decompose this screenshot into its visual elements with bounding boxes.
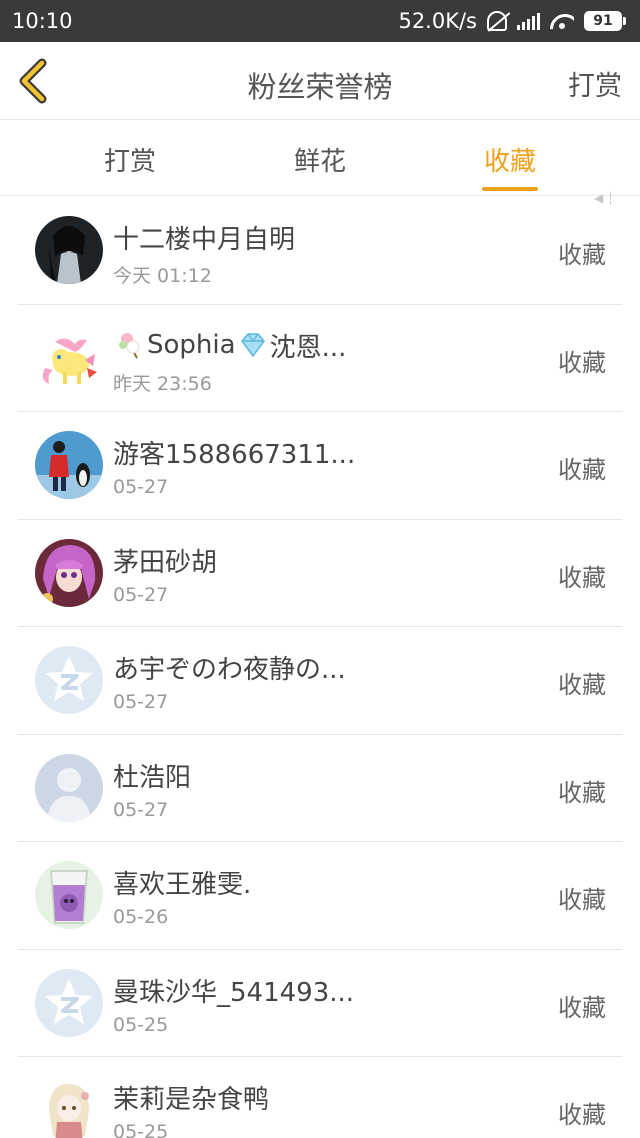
list-item[interactable]: 十二楼中月自明 今天 01:12 收藏: [18, 197, 622, 305]
page-title: 粉丝荣誉榜: [247, 70, 393, 104]
user-name: あ宇ぞのわ夜静の...: [113, 655, 346, 685]
tab-reward[interactable]: 打赏: [70, 141, 190, 178]
favorite-label: 收藏: [558, 563, 606, 592]
timestamp: 05-25: [113, 1121, 169, 1138]
default-star-avatar[interactable]: [35, 646, 103, 714]
timestamp: 今天 01:12: [113, 265, 212, 287]
purple-cup-avatar[interactable]: [35, 861, 103, 929]
timestamp: 05-25: [113, 1013, 169, 1036]
tab-bar: 打赏 鲜花 收藏: [0, 121, 640, 196]
battery-level: 91: [584, 11, 622, 31]
reward-button[interactable]: 打赏: [568, 64, 622, 103]
list-item[interactable]: 游客1588667311... 05-27 收藏: [18, 412, 622, 520]
favorite-label: 收藏: [558, 993, 606, 1022]
list-item[interactable]: あ宇ぞのわ夜静の... 05-27 收藏: [18, 627, 622, 735]
default-person-avatar[interactable]: [35, 753, 103, 822]
user-name: 茉莉是杂食鸭: [113, 1085, 270, 1115]
candy-emoji-icon: [119, 333, 140, 359]
navigation-bar: 粉丝荣誉榜 打赏: [0, 42, 640, 120]
user-name: 茅田砂胡: [113, 547, 218, 578]
chevron-left-icon: [19, 58, 47, 104]
favorite-label: 收藏: [558, 778, 606, 807]
user-name: 曼珠沙华_541493...: [113, 977, 355, 1008]
diamond-emoji-icon: [240, 333, 265, 358]
favorite-label: 收藏: [558, 671, 606, 699]
timestamp: 05-27: [113, 691, 169, 713]
battery-icon: 91: [584, 11, 626, 31]
timestamp: 05-27: [113, 583, 169, 606]
user-name: 游客1588667311...: [113, 440, 356, 470]
favorite-label: 收藏: [558, 241, 606, 269]
user-name: 喜欢王雅雯.: [113, 870, 252, 900]
favorite-label: 收藏: [558, 348, 606, 377]
fan-list: 十二楼中月自明 今天 01:12 收藏 Sophia 沈恩... 昨天 23:5…: [0, 197, 640, 1138]
status-icons: 52.0K/s 91: [398, 9, 626, 33]
back-button[interactable]: [14, 58, 54, 104]
chibi-avatar[interactable]: [35, 1076, 103, 1138]
active-tab-indicator: [482, 187, 538, 191]
timestamp: 05-27: [113, 476, 169, 498]
user-name-text: Sophia: [147, 330, 236, 360]
list-item[interactable]: 喜欢王雅雯. 05-26 收藏: [18, 842, 622, 950]
anime-girl-avatar[interactable]: [35, 538, 103, 607]
signal-icon: [517, 12, 540, 30]
dark-figure-avatar[interactable]: [35, 216, 103, 284]
user-name-suffix: 沈恩...: [269, 332, 347, 363]
user-name: 十二楼中月自明: [113, 225, 296, 255]
status-bar: 10:10 52.0K/s 91: [0, 0, 640, 42]
user-name: Sophia 沈恩...: [113, 327, 346, 364]
timestamp: 昨天 23:56: [113, 372, 212, 395]
user-name: 杜浩阳: [113, 762, 192, 793]
list-item[interactable]: 曼珠沙华_541493... 05-25 收藏: [18, 950, 622, 1057]
network-speed: 52.0K/s: [398, 9, 477, 33]
tab-flowers[interactable]: 鲜花: [260, 141, 380, 178]
pony-avatar[interactable]: [35, 323, 103, 392]
favorite-label: 收藏: [558, 1101, 606, 1129]
list-item[interactable]: 茉莉是杂食鸭 05-25 收藏: [18, 1057, 622, 1138]
default-star-avatar[interactable]: [35, 968, 103, 1037]
favorite-label: 收藏: [558, 456, 606, 484]
list-item[interactable]: 杜浩阳 05-27 收藏: [18, 735, 622, 842]
wifi-icon: [550, 12, 574, 30]
favorite-label: 收藏: [558, 886, 606, 914]
status-time: 10:10: [12, 9, 73, 33]
bell-muted-icon: [487, 11, 507, 31]
list-item[interactable]: Sophia 沈恩... 昨天 23:56 收藏: [18, 305, 622, 412]
timestamp: 05-27: [113, 798, 169, 821]
red-figure-avatar[interactable]: [35, 431, 103, 499]
timestamp: 05-26: [113, 906, 169, 928]
list-item[interactable]: 茅田砂胡 05-27 收藏: [18, 520, 622, 627]
tab-favorites[interactable]: 收藏: [450, 141, 570, 178]
